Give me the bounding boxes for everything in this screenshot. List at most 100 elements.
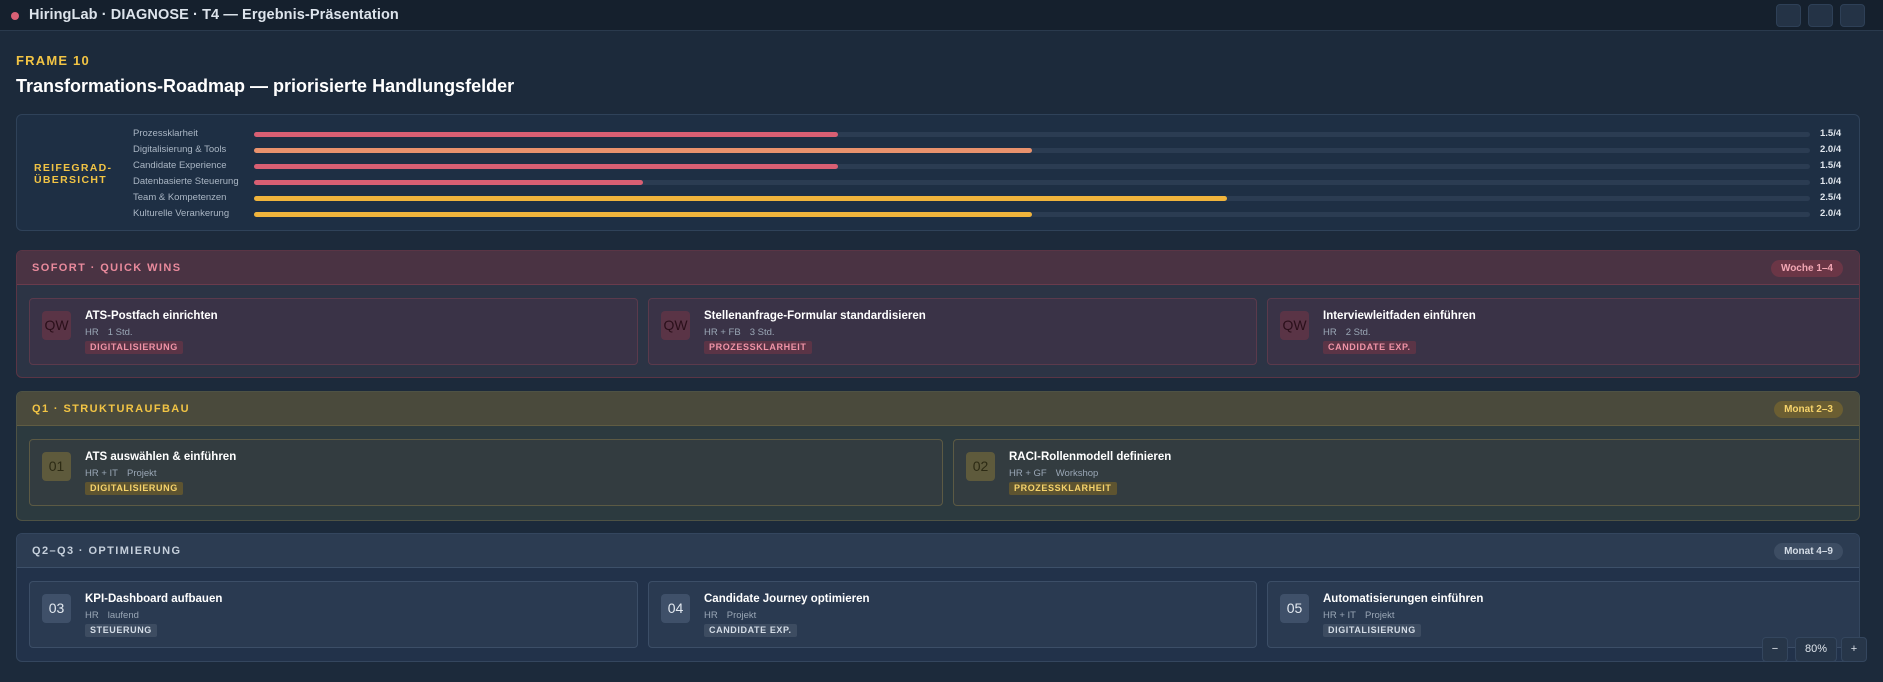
roadmap-card[interactable]: 03 KPI-Dashboard aufbauen HR laufend STEUERU… bbox=[29, 581, 638, 648]
maturity-bar-track bbox=[254, 164, 1810, 169]
card-effort: laufend bbox=[107, 610, 139, 621]
card-owner: HR bbox=[704, 610, 718, 621]
maturity-row-value: 2.0/4 bbox=[1820, 144, 1842, 155]
maturity-row-label: Team & Kompetenzen bbox=[133, 192, 227, 203]
maturity-row-label: Candidate Experience bbox=[133, 160, 227, 171]
roadmap-card[interactable]: QW ATS-Postfach einrichten HR 1 Std. DIGITAL… bbox=[29, 298, 638, 365]
maturity-row: Team & Kompetenzen 2.5/4 bbox=[17, 191, 1859, 207]
card-owner: HR bbox=[1323, 327, 1337, 338]
window-title: HiringLab · DIAGNOSE · T4 — Ergebnis-Prä… bbox=[29, 7, 399, 23]
maturity-bar-fill bbox=[254, 212, 1032, 217]
card-meta: HR + IT Projekt bbox=[1323, 610, 1395, 621]
maturity-row-label: Digitalisierung & Tools bbox=[133, 144, 227, 155]
maturity-bar-fill bbox=[254, 148, 1032, 153]
card-number-badge: 01 bbox=[42, 452, 71, 481]
card-meta: HR + IT Projekt bbox=[85, 468, 157, 479]
maturity-row-label: Datenbasierte Steuerung bbox=[133, 176, 239, 187]
card-title: ATS auswählen & einführen bbox=[85, 451, 237, 463]
card-number-badge: QW bbox=[661, 311, 690, 340]
section-quick-wins: SOFORT · QUICK WINS Woche 1–4 QW ATS-Post… bbox=[16, 250, 1860, 378]
card-effort: 3 Std. bbox=[749, 327, 775, 338]
zoom-in-button[interactable]: + bbox=[1841, 637, 1867, 662]
maturity-row: Digitalisierung & Tools 2.0/4 bbox=[17, 143, 1859, 159]
card-effort: Projekt bbox=[1365, 610, 1395, 621]
maturity-row-label: Kulturelle Verankerung bbox=[133, 208, 230, 219]
window-button-2[interactable] bbox=[1808, 4, 1833, 27]
section-name: Q1 · STRUKTURAUFBAU bbox=[32, 403, 190, 415]
card-effort: Projekt bbox=[127, 468, 157, 479]
timeframe-badge: Monat 2–3 bbox=[1774, 401, 1843, 418]
card-number-badge: 02 bbox=[966, 452, 995, 481]
card-number-badge: 03 bbox=[42, 594, 71, 623]
status-dot-icon bbox=[11, 12, 19, 20]
card-category-tag: DIGITALISIERUNG bbox=[85, 341, 183, 354]
section-q1: Q1 · STRUKTURAUFBAU Monat 2–3 01 ATS ausw… bbox=[16, 391, 1860, 521]
card-category-tag: PROZESSKLARHEIT bbox=[704, 341, 812, 354]
timeframe-badge: Monat 4–9 bbox=[1774, 543, 1843, 560]
page-title: Transformations-Roadmap — priorisierte H… bbox=[16, 76, 515, 96]
maturity-bar-track bbox=[254, 180, 1810, 185]
roadmap-card[interactable]: 02 RACI-Rollenmodell definieren HR + GF Wor… bbox=[953, 439, 1859, 506]
card-owner: HR + FB bbox=[704, 327, 741, 338]
maturity-bar-fill bbox=[254, 180, 643, 185]
card-number-badge: QW bbox=[1280, 311, 1309, 340]
card-meta: HR + FB 3 Std. bbox=[704, 327, 775, 338]
card-title: Interviewleitfaden einführen bbox=[1323, 310, 1476, 322]
maturity-row-value: 2.5/4 bbox=[1820, 192, 1842, 203]
card-meta: HR Projekt bbox=[704, 610, 756, 621]
card-meta: HR 2 Std. bbox=[1323, 327, 1371, 338]
section-q2-q3: Q2–Q3 · OPTIMIERUNG Monat 4–9 03 KPI-Dash… bbox=[16, 533, 1860, 662]
window-button-3[interactable] bbox=[1840, 4, 1865, 27]
timeframe-badge: Woche 1–4 bbox=[1770, 260, 1843, 277]
card-owner: HR + GF bbox=[1009, 468, 1047, 479]
card-title: RACI-Rollenmodell definieren bbox=[1009, 451, 1172, 463]
roadmap-card[interactable]: 01 ATS auswählen & einführen HR + IT Projek… bbox=[29, 439, 943, 506]
card-category-tag: CANDIDATE EXP. bbox=[1323, 341, 1416, 354]
card-meta: HR 1 Std. bbox=[85, 327, 133, 338]
maturity-row-value: 2.0/4 bbox=[1820, 208, 1842, 219]
card-category-tag: CANDIDATE EXP. bbox=[704, 624, 797, 637]
roadmap-card[interactable]: QW Stellenanfrage-Formular standardisiere… bbox=[648, 298, 1257, 365]
maturity-row-value: 1.5/4 bbox=[1820, 160, 1842, 171]
title-bar: HiringLab · DIAGNOSE · T4 — Ergebnis-Prä… bbox=[0, 0, 1883, 31]
maturity-bar-track bbox=[254, 212, 1810, 217]
window-button-1[interactable] bbox=[1776, 4, 1801, 27]
card-number-badge: QW bbox=[42, 311, 71, 340]
maturity-bar-track bbox=[254, 196, 1810, 201]
section-header: SOFORT · QUICK WINS Woche 1–4 bbox=[17, 251, 1859, 285]
card-meta: HR laufend bbox=[85, 610, 139, 621]
maturity-bar-fill bbox=[254, 164, 838, 169]
maturity-bar-track bbox=[254, 148, 1810, 153]
card-owner: HR bbox=[85, 610, 99, 621]
maturity-bar-fill bbox=[254, 196, 1227, 201]
zoom-out-button[interactable]: − bbox=[1762, 637, 1788, 662]
card-effort: Projekt bbox=[726, 610, 757, 621]
card-effort: Workshop bbox=[1055, 468, 1099, 479]
section-name: SOFORT · QUICK WINS bbox=[32, 262, 182, 274]
card-effort: 1 Std. bbox=[107, 327, 133, 338]
maturity-bar-fill bbox=[254, 132, 838, 137]
card-owner: HR + IT bbox=[85, 468, 118, 479]
section-name: Q2–Q3 · OPTIMIERUNG bbox=[32, 545, 182, 557]
maturity-row: Kulturelle Verankerung 2.0/4 bbox=[17, 207, 1859, 223]
section-header: Q2–Q3 · OPTIMIERUNG Monat 4–9 bbox=[17, 534, 1859, 568]
card-category-tag: DIGITALISIERUNG bbox=[1323, 624, 1421, 637]
card-category-tag: STEUERUNG bbox=[85, 624, 157, 637]
maturity-row: Prozessklarheit 1.5/4 bbox=[17, 127, 1859, 143]
roadmap-card[interactable]: 04 Candidate Journey optimieren HR Projekt C… bbox=[648, 581, 1257, 648]
card-owner: HR bbox=[85, 327, 99, 338]
card-number-badge: 05 bbox=[1280, 594, 1309, 623]
roadmap-card[interactable]: QW Interviewleitfaden einführen HR 2 Std. CA… bbox=[1267, 298, 1859, 365]
card-meta: HR + GF Workshop bbox=[1009, 468, 1098, 479]
frame-label: FRAME 10 bbox=[16, 53, 90, 68]
card-category-tag: PROZESSKLARHEIT bbox=[1009, 482, 1117, 495]
maturity-overview: REIFEGRAD- ÜBERSICHT Prozessklarheit 1.5/… bbox=[16, 114, 1860, 231]
card-title: Candidate Journey optimieren bbox=[704, 593, 870, 605]
section-header: Q1 · STRUKTURAUFBAU Monat 2–3 bbox=[17, 392, 1859, 426]
card-title: Stellenanfrage-Formular standardisieren bbox=[704, 310, 926, 322]
card-owner: HR + IT bbox=[1323, 610, 1356, 621]
maturity-row-label: Prozessklarheit bbox=[133, 128, 198, 139]
card-number-badge: 04 bbox=[661, 594, 690, 623]
maturity-row: Candidate Experience 1.5/4 bbox=[17, 159, 1859, 175]
zoom-level: 80% bbox=[1795, 637, 1837, 662]
